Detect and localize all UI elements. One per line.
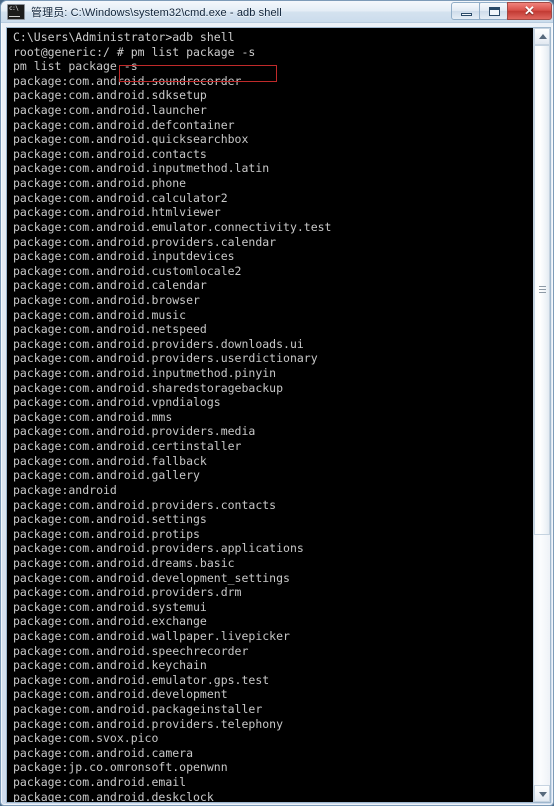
console-line: package:android bbox=[13, 482, 117, 497]
console-line: package:com.android.quicksearchbox bbox=[13, 132, 249, 147]
console-line: package:com.android.browser bbox=[13, 292, 200, 307]
console-line: package:com.android.sdksetup bbox=[13, 88, 207, 103]
console-line: package:com.android.contacts bbox=[13, 146, 207, 161]
console-line: package:com.android.settings bbox=[13, 512, 207, 527]
console-line: package:com.android.providers.drm bbox=[13, 585, 242, 600]
console-line: package:com.android.launcher bbox=[13, 103, 207, 118]
console-line: package:com.android.htmlviewer bbox=[13, 205, 221, 220]
scroll-down-button[interactable] bbox=[534, 785, 550, 802]
maximize-button[interactable] bbox=[479, 2, 508, 20]
console-line: root@generic:/ # pm list package -s bbox=[13, 44, 256, 59]
console-line: package:com.android.soundrecorder bbox=[13, 73, 242, 88]
console-line: package:com.android.camera bbox=[13, 745, 194, 760]
console-line: package:com.android.providers.media bbox=[13, 424, 256, 439]
console-line: package:com.android.exchange bbox=[13, 614, 207, 629]
console-line: package:com.android.systemui bbox=[13, 599, 207, 614]
console-line: package:jp.co.omronsoft.openwnn bbox=[13, 760, 228, 775]
console-line: package:com.android.providers.downloads.… bbox=[13, 336, 304, 351]
console-line: package:com.android.calculator2 bbox=[13, 190, 228, 205]
minimize-icon bbox=[461, 13, 472, 16]
scroll-thumb-grip bbox=[539, 286, 546, 294]
console-output[interactable]: C:\Users\Administrator>adb shell root@gen… bbox=[7, 28, 533, 802]
console-line: package:com.android.sharedstoragebackup bbox=[13, 380, 284, 395]
console-line: package:com.android.deskclock bbox=[13, 789, 214, 802]
console-line: package:com.android.development_settings bbox=[13, 570, 290, 585]
console-line: package:com.android.providers.telephony bbox=[13, 716, 284, 731]
console-line: package:com.android.providers.userdictio… bbox=[13, 351, 318, 366]
console-line: package:com.android.gallery bbox=[13, 468, 200, 483]
close-button[interactable]: ✕ bbox=[507, 2, 552, 20]
minimize-button[interactable] bbox=[451, 2, 480, 20]
console-line: package:com.android.defcontainer bbox=[13, 117, 235, 132]
console-line: package:com.android.music bbox=[13, 307, 187, 322]
console-frame: C:\Users\Administrator>adb shell root@gen… bbox=[6, 27, 551, 803]
console-line: package:com.android.protips bbox=[13, 526, 200, 541]
console-line: package:com.android.customlocale2 bbox=[13, 263, 242, 278]
console-line: package:com.android.wallpaper.livepicker bbox=[13, 628, 290, 643]
console-line: package:com.android.phone bbox=[13, 176, 187, 191]
close-icon: ✕ bbox=[524, 3, 535, 18]
console-line: package:com.android.emulator.gps.test bbox=[13, 672, 270, 687]
console-line: pm list package -s bbox=[13, 59, 138, 74]
console-line: package:com.android.packageinstaller bbox=[13, 702, 263, 717]
console-line: package:com.android.speechrecorder bbox=[13, 643, 249, 658]
console-line: package:com.android.mms bbox=[13, 409, 173, 424]
cmd-console-icon bbox=[7, 3, 25, 20]
console-line: package:com.android.netspeed bbox=[13, 322, 207, 337]
title-bar[interactable]: 管理员: C:\Windows\system32\cmd.exe - adb s… bbox=[1, 1, 553, 23]
console-line: package:com.android.keychain bbox=[13, 658, 207, 673]
scroll-up-button[interactable] bbox=[534, 28, 550, 45]
console-line: package:com.svox.pico bbox=[13, 731, 159, 746]
console-line: package:com.android.providers.applicatio… bbox=[13, 541, 304, 556]
console-line: package:com.android.vpndialogs bbox=[13, 395, 221, 410]
console-line: package:com.android.email bbox=[13, 775, 187, 790]
window-title: 管理员: C:\Windows\system32\cmd.exe - adb s… bbox=[31, 6, 282, 19]
client-area: C:\Users\Administrator>adb shell root@gen… bbox=[1, 23, 553, 805]
scroll-down-icon bbox=[539, 792, 547, 797]
scroll-thumb[interactable] bbox=[534, 45, 550, 535]
maximize-icon bbox=[489, 7, 500, 16]
console-line: C:\Users\Administrator>adb shell bbox=[13, 30, 235, 44]
scroll-up-icon bbox=[539, 34, 547, 39]
console-line: package:com.android.inputdevices bbox=[13, 249, 235, 264]
console-line: package:com.android.inputmethod.pinyin bbox=[13, 366, 277, 381]
console-line: package:com.android.development bbox=[13, 687, 228, 702]
console-line: package:com.android.providers.calendar bbox=[13, 234, 277, 249]
console-line: package:com.android.dreams.basic bbox=[13, 555, 235, 570]
console-line: package:com.android.certinstaller bbox=[13, 439, 242, 454]
vertical-scrollbar[interactable] bbox=[533, 28, 550, 802]
console-line: package:com.android.providers.contacts bbox=[13, 497, 277, 512]
console-line: package:com.android.emulator.connectivit… bbox=[13, 219, 332, 234]
console-line: package:com.android.fallback bbox=[13, 453, 207, 468]
window-controls: ✕ bbox=[451, 2, 552, 20]
cmd-window: 管理员: C:\Windows\system32\cmd.exe - adb s… bbox=[0, 0, 554, 806]
console-line: package:com.android.inputmethod.latin bbox=[13, 161, 270, 176]
console-line: package:com.android.calendar bbox=[13, 278, 207, 293]
